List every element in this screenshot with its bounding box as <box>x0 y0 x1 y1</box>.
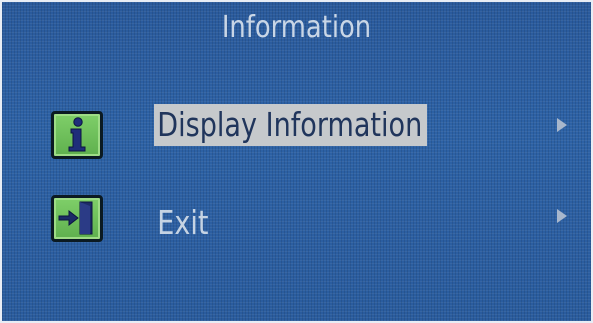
menu-item-label: Display Information <box>154 104 428 146</box>
menu-item-label: Exit <box>157 203 209 242</box>
menu-item-display-information[interactable]: Display Information <box>2 99 591 159</box>
menu-item-exit[interactable]: Exit <box>2 190 591 250</box>
chevron-right-icon <box>557 118 567 132</box>
menu-title: Information <box>221 10 372 45</box>
info-icon <box>51 111 103 159</box>
exit-door-icon <box>51 195 103 242</box>
chevron-right-icon <box>557 209 567 223</box>
osd-screen: Information Display Information Exit <box>0 0 593 323</box>
